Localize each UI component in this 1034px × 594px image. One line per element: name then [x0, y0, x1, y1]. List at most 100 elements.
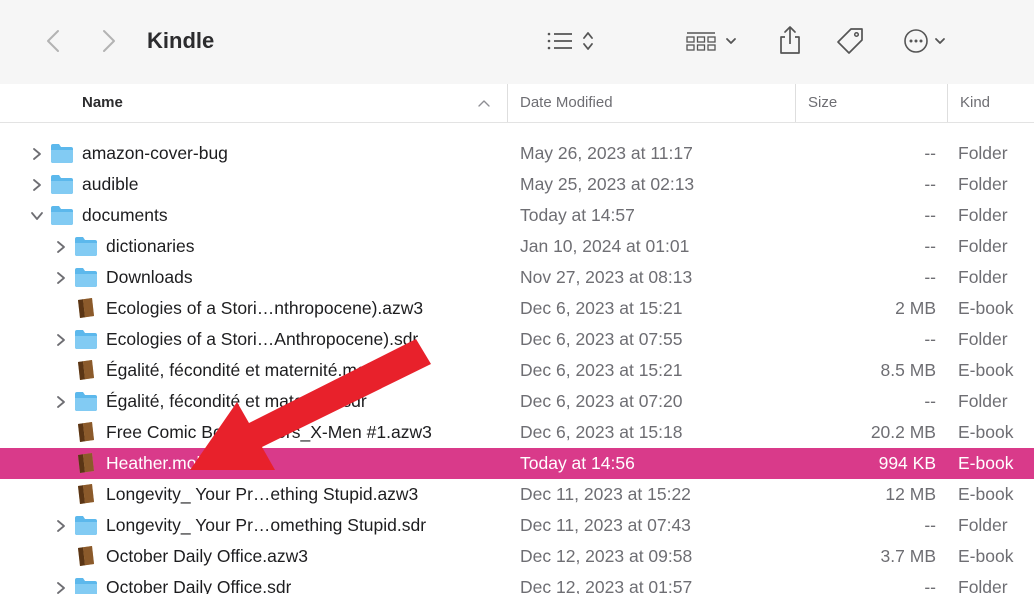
folder-icon [74, 328, 98, 350]
file-list: amazon-cover-bug May 26, 2023 at 11:17 -- F… [0, 138, 1034, 594]
disclosure-collapsed-icon[interactable] [30, 138, 44, 169]
disclosure-collapsed-icon[interactable] [54, 386, 68, 417]
date-modified: Today at 14:56 [520, 453, 635, 473]
file-size: -- [924, 267, 936, 287]
list-view-button[interactable] [536, 24, 608, 58]
folder-row[interactable]: Longevity_ Your Pr…omething Stupid.sdr De… [0, 510, 1034, 541]
folder-icon [74, 514, 98, 536]
file-row[interactable]: Égalité, fécondité et maternité.mobi Dec … [0, 355, 1034, 386]
file-kind: E-book [958, 298, 1014, 318]
folder-icon [74, 390, 98, 412]
column-header-size[interactable]: Size [795, 84, 948, 122]
column-header-name[interactable]: Name [82, 84, 492, 122]
disclosure-collapsed-icon[interactable] [54, 324, 68, 355]
file-size: -- [924, 236, 936, 256]
file-kind: E-book [958, 484, 1014, 504]
window-title: Kindle [147, 28, 215, 53]
disclosure-collapsed-icon[interactable] [54, 510, 68, 541]
folder-row[interactable]: audible May 25, 2023 at 02:13 -- Folder [0, 169, 1034, 200]
date-modified: Nov 27, 2023 at 08:13 [520, 267, 693, 287]
file-name: Heather.mobi [106, 453, 211, 473]
column-header-date-modified[interactable]: Date Modified [507, 84, 795, 122]
date-modified: Dec 12, 2023 at 09:58 [520, 546, 693, 566]
folder-icon [74, 266, 98, 288]
folder-row[interactable]: Downloads Nov 27, 2023 at 08:13 -- Folder [0, 262, 1034, 293]
date-modified: May 26, 2023 at 11:17 [520, 143, 693, 163]
file-name: Ecologies of a Stori…nthropocene).azw3 [106, 298, 424, 318]
file-row[interactable]: October Daily Office.azw3 Dec 12, 2023 at… [0, 541, 1034, 572]
file-kind: Folder [958, 391, 1008, 411]
file-kind: Folder [958, 329, 1008, 349]
folder-row[interactable]: documents Today at 14:57 -- Folder [0, 200, 1034, 231]
file-name: amazon-cover-bug [82, 143, 228, 163]
forward-button[interactable] [90, 22, 128, 60]
file-name: Longevity_ Your Pr…omething Stupid.sdr [106, 515, 427, 535]
file-row[interactable]: Free Comic Book D…ers_X-Men #1.azw3 Dec 6… [0, 417, 1034, 448]
disclosure-collapsed-icon[interactable] [54, 262, 68, 293]
folder-row[interactable]: October Daily Office.sdr Dec 12, 2023 at … [0, 572, 1034, 594]
date-modified: Dec 6, 2023 at 07:20 [520, 391, 683, 411]
file-name: Égalité, fécondité et maternité.sdr [106, 391, 367, 411]
ebook-icon [74, 359, 98, 381]
folder-icon [50, 173, 74, 195]
file-kind: Folder [958, 515, 1008, 535]
back-button[interactable] [34, 22, 72, 60]
folder-icon [74, 235, 98, 257]
date-modified: Dec 11, 2023 at 07:43 [520, 515, 691, 535]
file-name: audible [82, 174, 139, 194]
chevron-right-icon [103, 30, 115, 52]
disclosure-expanded-icon[interactable] [30, 200, 44, 231]
sort-ascending-icon[interactable] [478, 84, 490, 122]
date-modified: Dec 11, 2023 at 15:22 [520, 484, 691, 504]
share-button[interactable] [772, 20, 808, 60]
finder-window: Kindle Name Date Modified Size Kind amaz… [0, 0, 1034, 594]
ebook-icon [74, 545, 98, 567]
file-kind: E-book [958, 453, 1014, 473]
tag-button[interactable] [830, 22, 870, 60]
folder-row[interactable]: dictionaries Jan 10, 2024 at 01:01 -- Folde… [0, 231, 1034, 262]
ebook-icon [74, 297, 98, 319]
file-name: Downloads [106, 267, 193, 287]
file-kind: E-book [958, 360, 1014, 380]
disclosure-collapsed-icon[interactable] [54, 572, 68, 594]
ebook-icon [74, 421, 98, 443]
group-view-button[interactable] [678, 24, 748, 58]
date-modified: Dec 6, 2023 at 15:21 [520, 360, 683, 380]
file-row[interactable]: Longevity_ Your Pr…ething Stupid.azw3 Dec… [0, 479, 1034, 510]
folder-icon [50, 204, 74, 226]
file-name: October Daily Office.sdr [106, 577, 292, 594]
ebook-icon [74, 452, 98, 474]
file-size: -- [924, 515, 936, 535]
folder-icon [74, 576, 98, 594]
more-actions-button[interactable] [898, 24, 960, 58]
file-size: -- [924, 329, 936, 349]
toolbar: Kindle [0, 0, 1034, 85]
file-kind: Folder [958, 577, 1008, 594]
file-size: -- [924, 391, 936, 411]
folder-row[interactable]: Ecologies of a Stori…Anthropocene).sdr De… [0, 324, 1034, 355]
ebook-icon [74, 483, 98, 505]
file-size: 8.5 MB [880, 360, 936, 380]
file-kind: Folder [958, 143, 1008, 163]
date-modified: Dec 12, 2023 at 01:57 [520, 577, 693, 594]
file-name: Free Comic Book D…ers_X-Men #1.azw3 [106, 422, 432, 442]
file-row[interactable]: Ecologies of a Stori…nthropocene).azw3 De… [0, 293, 1034, 324]
date-modified: Dec 6, 2023 at 15:21 [520, 298, 683, 318]
ellipsis-circle-icon [904, 29, 945, 53]
file-size: -- [924, 205, 936, 225]
file-name: documents [82, 205, 168, 225]
file-size: 994 KB [878, 453, 936, 473]
date-modified: Today at 14:57 [520, 205, 635, 225]
folder-icon [50, 142, 74, 164]
disclosure-collapsed-icon[interactable] [30, 169, 44, 200]
folder-row[interactable]: Égalité, fécondité et maternité.sdr Dec 6… [0, 386, 1034, 417]
grid-view-icon [686, 32, 736, 51]
file-name: Égalité, fécondité et maternité.mobi [106, 360, 381, 380]
date-modified: Jan 10, 2024 at 01:01 [520, 236, 690, 256]
date-modified: Dec 6, 2023 at 07:55 [520, 329, 683, 349]
date-modified: Dec 6, 2023 at 15:18 [520, 422, 683, 442]
folder-row[interactable]: amazon-cover-bug May 26, 2023 at 11:17 -- F… [0, 138, 1034, 169]
disclosure-collapsed-icon[interactable] [54, 231, 68, 262]
file-row[interactable]: Heather.mobi Today at 14:56 994 KB E-book [0, 448, 1034, 479]
column-header-kind[interactable]: Kind [947, 84, 1034, 122]
